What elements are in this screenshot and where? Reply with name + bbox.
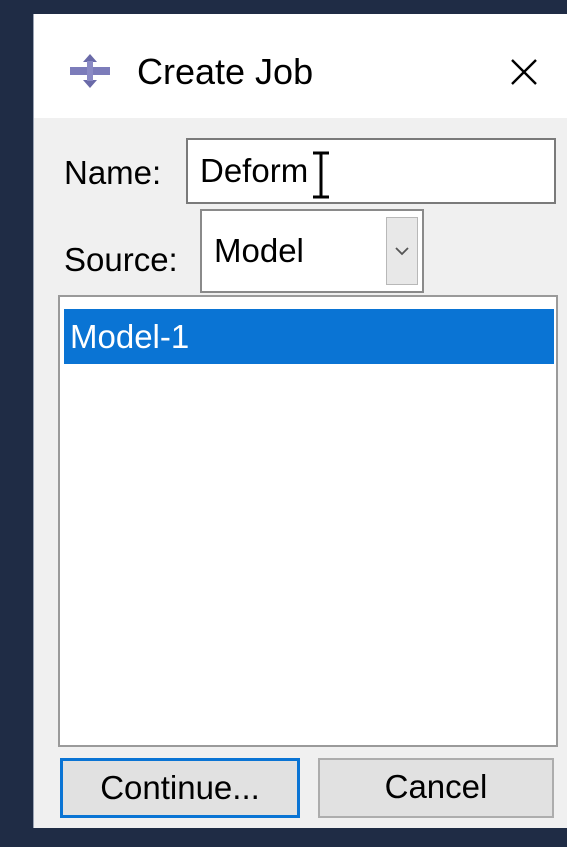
name-input-value: Deform: [200, 152, 309, 189]
list-item-model-1[interactable]: Model-1: [64, 309, 554, 364]
close-icon[interactable]: [504, 52, 544, 92]
source-value: Model: [214, 232, 304, 269]
chevron-down-icon: [395, 247, 409, 256]
continue-button[interactable]: Continue...: [60, 758, 300, 818]
dialog-title: Create Job: [137, 51, 314, 92]
cancel-button[interactable]: Cancel: [318, 758, 554, 818]
text-cursor-icon: [313, 151, 329, 199]
abaqus-job-icon: [70, 54, 110, 88]
title-bar: Create Job: [34, 14, 567, 118]
source-dropdown-button[interactable]: [386, 217, 418, 285]
model-list[interactable]: Model-1: [58, 295, 558, 747]
name-label: Name:: [64, 154, 162, 191]
source-label: Source:: [64, 241, 178, 278]
create-job-dialog: Create Job Name: Deform Source: Model Mo…: [33, 14, 567, 828]
source-select[interactable]: Model: [200, 209, 424, 293]
name-input[interactable]: Deform: [186, 138, 556, 204]
